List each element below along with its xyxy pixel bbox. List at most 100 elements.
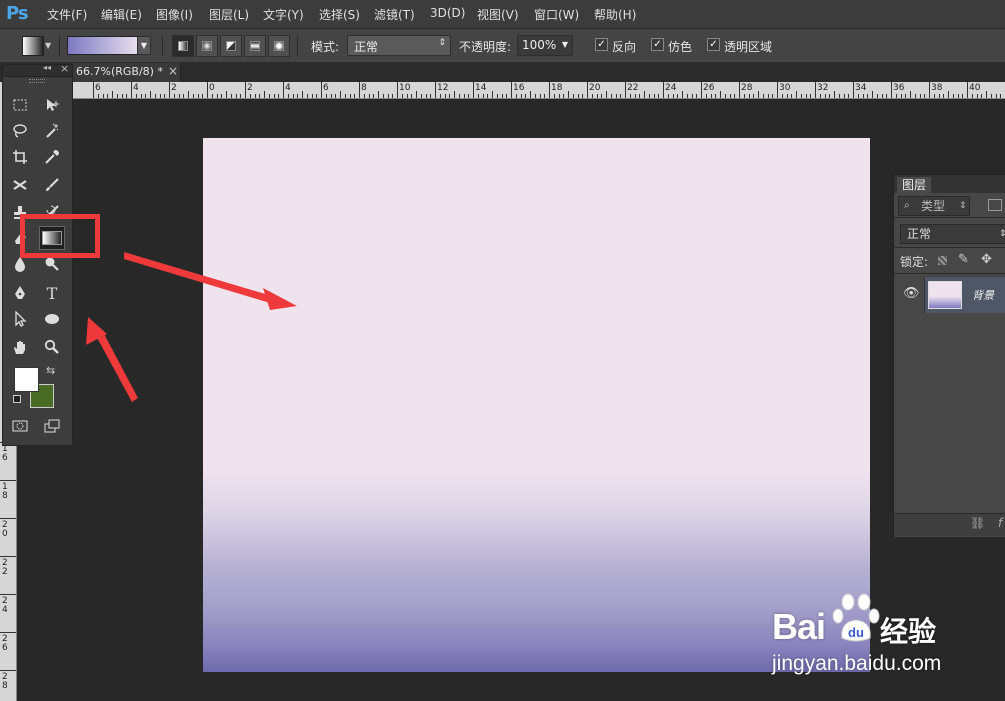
- ruler-major-tick: [777, 82, 778, 98]
- ruler-minor-tick: [962, 94, 964, 98]
- ruler-major-tick: [359, 82, 360, 98]
- ruler-minor-tick: [425, 94, 427, 98]
- ruler-minor-tick: [753, 94, 755, 98]
- marquee-tool-icon[interactable]: [9, 94, 31, 116]
- ruler-label: 16: [513, 83, 525, 93]
- reflected-gradient-button[interactable]: [244, 35, 266, 57]
- ruler-minor-tick: [924, 94, 926, 98]
- chevron-down-icon[interactable]: ▼: [45, 41, 51, 50]
- tool-preset-picker[interactable]: [22, 36, 44, 56]
- ruler-major-tick: [549, 82, 550, 98]
- lock-transparent-icon[interactable]: [938, 256, 947, 265]
- document-canvas[interactable]: [203, 138, 870, 672]
- menu-help[interactable]: 帮助(H): [594, 6, 636, 23]
- image-filter-icon[interactable]: [988, 199, 1002, 211]
- lasso-tool-icon[interactable]: [9, 120, 31, 142]
- ruler-minor-tick: [729, 94, 731, 98]
- ruler-major-tick: [0, 594, 16, 595]
- reverse-checkbox[interactable]: ✓: [595, 38, 608, 51]
- ruler-minor-tick: [211, 94, 213, 98]
- menu-window[interactable]: 窗口(W): [534, 6, 579, 23]
- pen-tool-icon[interactable]: [9, 282, 31, 304]
- path-selection-icon[interactable]: [9, 308, 31, 330]
- ruler-minor-tick: [221, 94, 223, 98]
- eyedropper-icon[interactable]: [41, 146, 63, 168]
- menu-image[interactable]: 图像(I): [156, 6, 193, 23]
- eye-icon[interactable]: 👁: [903, 286, 920, 301]
- close-icon[interactable]: ×: [60, 62, 69, 75]
- ruler-minor-tick: [724, 94, 726, 98]
- dither-label: 仿色: [668, 40, 693, 54]
- zoom-tool-icon[interactable]: [41, 336, 63, 358]
- grip-icon[interactable]: [29, 79, 45, 83]
- healing-brush-icon[interactable]: [9, 174, 31, 196]
- menu-edit[interactable]: 编辑(E): [101, 6, 142, 23]
- magic-wand-icon[interactable]: [41, 120, 63, 142]
- blend-mode-select[interactable]: 正常 ⇕: [900, 224, 1005, 244]
- close-icon[interactable]: ×: [168, 64, 178, 78]
- hand-tool-icon[interactable]: [9, 336, 31, 358]
- gradient-picker[interactable]: [67, 36, 139, 55]
- gradient-dropdown-arrow[interactable]: ▼: [137, 36, 151, 55]
- lock-pixels-icon[interactable]: ✎: [958, 252, 969, 267]
- ruler-minor-tick: [102, 94, 104, 98]
- menu-type[interactable]: 文字(Y): [263, 6, 304, 23]
- menu-view[interactable]: 视图(V): [477, 6, 519, 23]
- search-icon: ⌕: [904, 200, 910, 211]
- crop-tool-icon[interactable]: [9, 146, 31, 168]
- baidu-watermark: Bai du 经验 jingyan.baidu.com: [772, 592, 1002, 682]
- ruler-major-tick: [891, 82, 892, 98]
- linear-gradient-button[interactable]: [172, 35, 194, 57]
- transparency-checkbox[interactable]: ✓: [707, 38, 720, 51]
- collapse-icon[interactable]: ◂◂: [43, 63, 51, 72]
- opacity-field[interactable]: 100% ▼: [517, 35, 573, 56]
- link-layers-icon[interactable]: ⛓: [970, 516, 985, 530]
- default-colors-icon[interactable]: [13, 395, 21, 403]
- layer-name[interactable]: 背景: [972, 287, 994, 303]
- radial-gradient-button[interactable]: [196, 35, 218, 57]
- ruler-minor-tick: [658, 94, 660, 98]
- ruler-minor-tick: [306, 94, 308, 98]
- ruler-label: 20: [589, 83, 601, 93]
- layer-thumbnail: [928, 281, 962, 309]
- menu-layer[interactable]: 图层(L): [209, 6, 249, 23]
- ruler-minor-tick: [691, 94, 693, 98]
- brush-tool-icon[interactable]: [41, 174, 63, 196]
- layers-tab[interactable]: 图层: [897, 177, 931, 193]
- diamond-gradient-button[interactable]: [268, 35, 290, 57]
- move-tool-icon[interactable]: [41, 94, 63, 116]
- foreground-color-swatch[interactable]: [14, 367, 39, 392]
- swap-colors-icon[interactable]: ⇆: [46, 364, 55, 377]
- ruler-minor-tick: [672, 94, 674, 98]
- mode-select[interactable]: 正常 ⇕: [347, 35, 451, 56]
- ruler-label: 8: [361, 83, 367, 93]
- lock-position-icon[interactable]: ✥: [981, 252, 992, 267]
- ruler-label: 36: [893, 83, 905, 93]
- menu-3d[interactable]: 3D(D): [430, 6, 465, 20]
- ruler-minor-tick: [682, 91, 683, 98]
- dither-checkbox[interactable]: ✓: [651, 38, 664, 51]
- chevron-down-icon[interactable]: ▼: [562, 40, 568, 49]
- menu-file[interactable]: 文件(F): [47, 6, 87, 23]
- menu-filter[interactable]: 滤镜(T): [374, 6, 415, 23]
- divider: [162, 36, 163, 56]
- layer-filter-label: 类型: [921, 199, 946, 213]
- menu-select[interactable]: 选择(S): [319, 6, 360, 23]
- quick-mask-icon[interactable]: [9, 415, 31, 437]
- ruler-minor-tick: [534, 94, 536, 98]
- type-tool-icon[interactable]: T: [41, 282, 63, 304]
- angle-gradient-button[interactable]: [220, 35, 242, 57]
- layer-row[interactable]: 👁 背景: [894, 277, 1005, 313]
- ruler-minor-tick: [368, 94, 370, 98]
- ellipse-tool-icon[interactable]: [41, 308, 63, 330]
- fx-icon[interactable]: f: [998, 516, 1002, 530]
- divider: [894, 217, 1005, 218]
- layer-filter-select[interactable]: ⌕ 类型 ⇕: [898, 196, 970, 216]
- ruler-label: 6: [2, 453, 8, 463]
- ruler-minor-tick: [344, 94, 346, 98]
- ruler-label: 6: [323, 83, 329, 93]
- screen-mode-icon[interactable]: [41, 415, 63, 437]
- ruler-minor-tick: [264, 91, 265, 98]
- ruler-minor-tick: [986, 91, 987, 98]
- document-tab[interactable]: 66.7%(RGB/8) * ×: [72, 63, 181, 82]
